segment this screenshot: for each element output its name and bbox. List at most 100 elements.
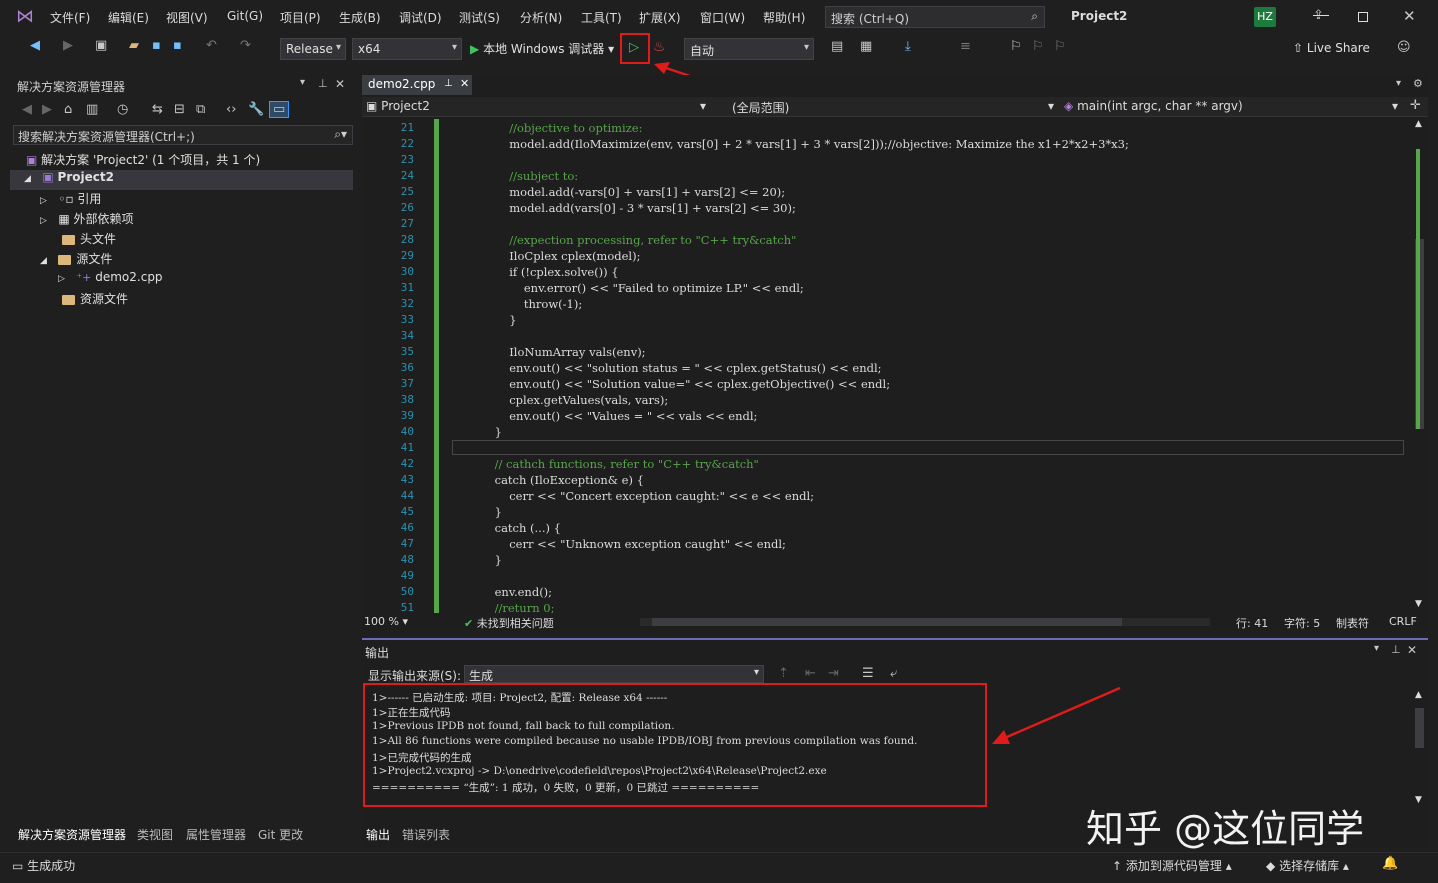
auto-select[interactable]: 自动 (684, 38, 814, 60)
save-all-icon[interactable]: ▪ (173, 39, 182, 52)
comment-icon[interactable]: ≡ (960, 40, 971, 53)
output-pin-icon[interactable]: ⊥ (1391, 644, 1401, 655)
pin-icon[interactable]: ⊥ (318, 78, 328, 89)
prev-message-icon[interactable]: ⇤ (805, 667, 816, 680)
nav-scope-select[interactable]: (全局范围) ▾ (732, 99, 1054, 116)
expand-references-icon[interactable]: ▷ (40, 196, 47, 206)
browse-icon[interactable]: ▤ (831, 40, 843, 53)
avatar[interactable]: HZ (1254, 7, 1276, 27)
bookmark-next-icon[interactable]: ⚐ (1054, 40, 1066, 53)
nav-function-select[interactable]: ◈ main(int argc, char ** argv) ▾ (1064, 99, 1398, 113)
horizontal-scrollbar[interactable] (640, 618, 1210, 626)
tab-overflow-icon[interactable]: ▾ (1396, 79, 1401, 89)
tab-close-icon[interactable]: ✕ (460, 77, 469, 90)
find-message-icon[interactable]: ⇡ (778, 667, 789, 680)
output-scroll-thumb[interactable] (1415, 708, 1424, 748)
notification-bell-icon[interactable]: 🔔 (1382, 857, 1398, 870)
minimize-button[interactable] (1313, 8, 1329, 16)
panel-menu-icon[interactable]: ▾ (300, 78, 305, 88)
bookmark-prev-icon[interactable]: ⚐ (1032, 40, 1044, 53)
redo-icon[interactable]: ↷ (240, 39, 251, 52)
tree-demo2-cpp[interactable]: ▷ ⁺+ demo2.cpp (58, 270, 163, 290)
undo-icon[interactable]: ↶ (206, 39, 217, 52)
tree-header-files[interactable]: 头文件 (62, 230, 116, 250)
output-scrollbar[interactable]: ▲ ▼ (1412, 690, 1428, 810)
word-wrap-icon[interactable]: ⤶ (890, 667, 897, 680)
expand-external-deps-icon[interactable]: ▷ (40, 216, 47, 226)
open-folder-icon[interactable]: ▰ (129, 39, 139, 52)
configuration-select[interactable]: Release (280, 38, 346, 60)
forward-icon[interactable]: ▶ (63, 39, 73, 52)
add-to-source-control-button[interactable]: ↑ 添加到源代码管理 ▴ (1112, 857, 1232, 874)
nav-project-select[interactable]: ▣ Project2 ▾ (366, 99, 706, 113)
zoom-select[interactable]: 100 % ▾ (364, 615, 422, 628)
home-icon[interactable]: ⌂ (64, 103, 72, 116)
layout-icon[interactable]: ▦ (860, 40, 872, 53)
tab-error-list[interactable]: 错误列表 (402, 826, 450, 843)
se-search-input[interactable]: 搜索解决方案资源管理器(Ctrl+;) ⌕▾ (13, 125, 353, 145)
live-share-button[interactable]: ⇧ Live Share (1293, 41, 1370, 55)
menu-debug[interactable]: 调试(D) (399, 9, 442, 26)
preview-icon[interactable]: ▭ (269, 101, 290, 118)
tree-external-deps[interactable]: ▷ ▦ 外部依赖项 (40, 210, 134, 230)
tab-output[interactable]: 输出 (366, 826, 390, 843)
show-all-files-icon[interactable]: ⧉ (196, 103, 205, 116)
tab-class-view[interactable]: 类视图 (137, 826, 173, 843)
output-source-select[interactable]: 生成 ▾ (464, 665, 764, 683)
tree-project[interactable]: ◢ ▣ Project2 (10, 170, 353, 190)
menu-window[interactable]: 窗口(W) (700, 9, 745, 26)
save-icon[interactable]: ▪ (152, 39, 161, 52)
scroll-down-icon[interactable]: ▼ (1415, 599, 1422, 609)
select-repo-button[interactable]: ◆ 选择存储库 ▴ (1266, 857, 1349, 874)
menu-git[interactable]: Git(G) (227, 9, 263, 23)
tree-resource-files[interactable]: 资源文件 (62, 290, 128, 310)
output-scroll-up-icon[interactable]: ▲ (1415, 690, 1422, 700)
next-message-icon[interactable]: ⇥ (828, 667, 839, 680)
search-input[interactable]: 搜索 (Ctrl+Q) ⌕ (825, 6, 1045, 28)
menu-project[interactable]: 项目(P) (280, 9, 321, 26)
expand-source-icon[interactable]: ◢ (40, 256, 47, 266)
issues-indicator[interactable]: ✔ 未找到相关问题 (464, 615, 554, 631)
menu-file[interactable]: 文件(F) (50, 9, 90, 26)
menu-view[interactable]: 视图(V) (166, 9, 208, 26)
tab-pin-icon[interactable]: ⊥ (444, 78, 453, 89)
tabs-mode[interactable]: 制表符 (1336, 615, 1369, 631)
menu-build[interactable]: 生成(B) (339, 9, 381, 26)
collapse-all-icon[interactable]: ⊟ (174, 103, 185, 116)
view-code-icon[interactable]: ‹› (226, 103, 236, 116)
switch-views-icon[interactable]: ▥ (86, 103, 98, 116)
expand-demo2-icon[interactable]: ▷ (58, 274, 65, 284)
feedback-icon[interactable]: ☺ (1397, 41, 1411, 54)
bookmark-icon[interactable]: ⚐ (1010, 40, 1022, 53)
step-icon[interactable]: ⤓ (905, 40, 911, 53)
menu-extensions[interactable]: 扩展(X) (639, 9, 681, 26)
panel-close-icon[interactable]: ✕ (335, 78, 345, 90)
editor-vertical-scrollbar[interactable]: ▲ ▼ (1412, 119, 1428, 613)
menu-tools[interactable]: 工具(T) (581, 9, 622, 26)
menu-help[interactable]: 帮助(H) (763, 9, 805, 26)
code-area[interactable]: 21 //objective to optimize: 22 model.add(… (362, 119, 1412, 613)
tab-git-changes[interactable]: Git 更改 (258, 826, 303, 843)
menu-analyze[interactable]: 分析(N) (520, 9, 562, 26)
menu-test[interactable]: 测试(S) (459, 9, 500, 26)
properties-icon[interactable]: 🔧 (248, 103, 264, 116)
tab-property-manager[interactable]: 属性管理器 (186, 826, 246, 843)
tab-solution-explorer[interactable]: 解决方案资源管理器 (18, 826, 126, 843)
scroll-up-icon[interactable]: ▲ (1415, 119, 1422, 129)
platform-select[interactable]: x64 (352, 38, 462, 60)
menu-edit[interactable]: 编辑(E) (108, 9, 149, 26)
hot-reload-icon[interactable]: ♨ (653, 39, 666, 55)
eol-mode[interactable]: CRLF (1389, 615, 1417, 628)
editor-settings-icon[interactable]: ⚙ (1413, 78, 1423, 89)
pending-changes-icon[interactable]: ◷ (117, 103, 128, 116)
expand-project-icon[interactable]: ◢ (24, 174, 31, 184)
se-forward-icon[interactable]: ▶ (42, 103, 52, 116)
se-back-icon[interactable]: ◀ (22, 103, 32, 116)
output-menu-icon[interactable]: ▾ (1374, 644, 1379, 654)
start-debugger-button[interactable]: ▶ 本地 Windows 调试器 ▾ (470, 40, 614, 57)
tree-solution[interactable]: ▣ 解决方案 'Project2' (1 个项目，共 1 个) (26, 151, 260, 171)
tree-source-files[interactable]: ◢ 源文件 (40, 250, 112, 270)
clear-all-icon[interactable]: ☰ (862, 667, 874, 680)
output-scroll-down-icon[interactable]: ▼ (1415, 795, 1422, 805)
sync-icon[interactable]: ⇆ (152, 103, 163, 116)
